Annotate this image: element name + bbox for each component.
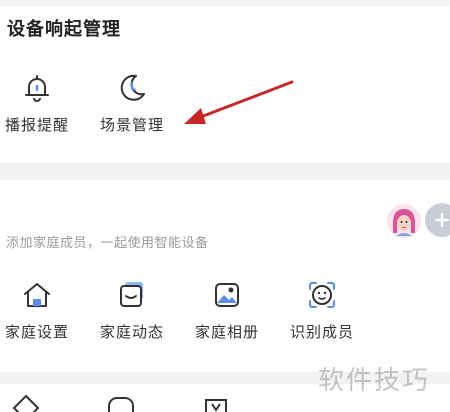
partial-icon-1[interactable] — [8, 392, 44, 412]
identify-member-button[interactable]: 识别成员 — [290, 277, 354, 342]
scene-management-button[interactable]: 场景管理 — [100, 70, 164, 135]
identify-member-label: 识别成员 — [290, 323, 355, 341]
family-settings-button[interactable]: 家庭设置 — [5, 277, 69, 342]
home-icon — [19, 277, 55, 313]
add-member-button[interactable] — [425, 203, 450, 237]
family-status-label: 家庭动态 — [100, 323, 165, 341]
family-hint-text: 添加家庭成员，一起使用智能设备 — [6, 236, 209, 251]
broadcast-reminder-label: 播报提醒 — [5, 116, 70, 134]
annotation-arrow — [184, 80, 294, 124]
family-album-label: 家庭相册 — [195, 323, 260, 341]
photo-album-icon — [209, 277, 245, 313]
partial-icon-2[interactable] — [103, 392, 139, 412]
face-scan-icon — [304, 277, 340, 313]
family-settings-label: 家庭设置 — [5, 323, 70, 341]
watermark: 软件技巧 — [318, 366, 431, 396]
bell-icon — [19, 70, 55, 106]
top-divider — [0, 0, 450, 6]
partial-icon-3[interactable] — [198, 392, 234, 412]
scene-management-label: 场景管理 — [100, 116, 165, 134]
avatar[interactable] — [386, 203, 422, 239]
plus-icon — [434, 212, 450, 228]
moon-icon — [114, 70, 150, 106]
broadcast-reminder-button[interactable]: 播报提醒 — [5, 70, 69, 135]
status-icon — [114, 277, 150, 313]
family-album-button[interactable]: 家庭相册 — [195, 277, 259, 342]
family-status-button[interactable]: 家庭动态 — [100, 277, 164, 342]
section-divider — [0, 163, 450, 180]
section-title-device-wake: 设备响起管理 — [7, 19, 121, 40]
